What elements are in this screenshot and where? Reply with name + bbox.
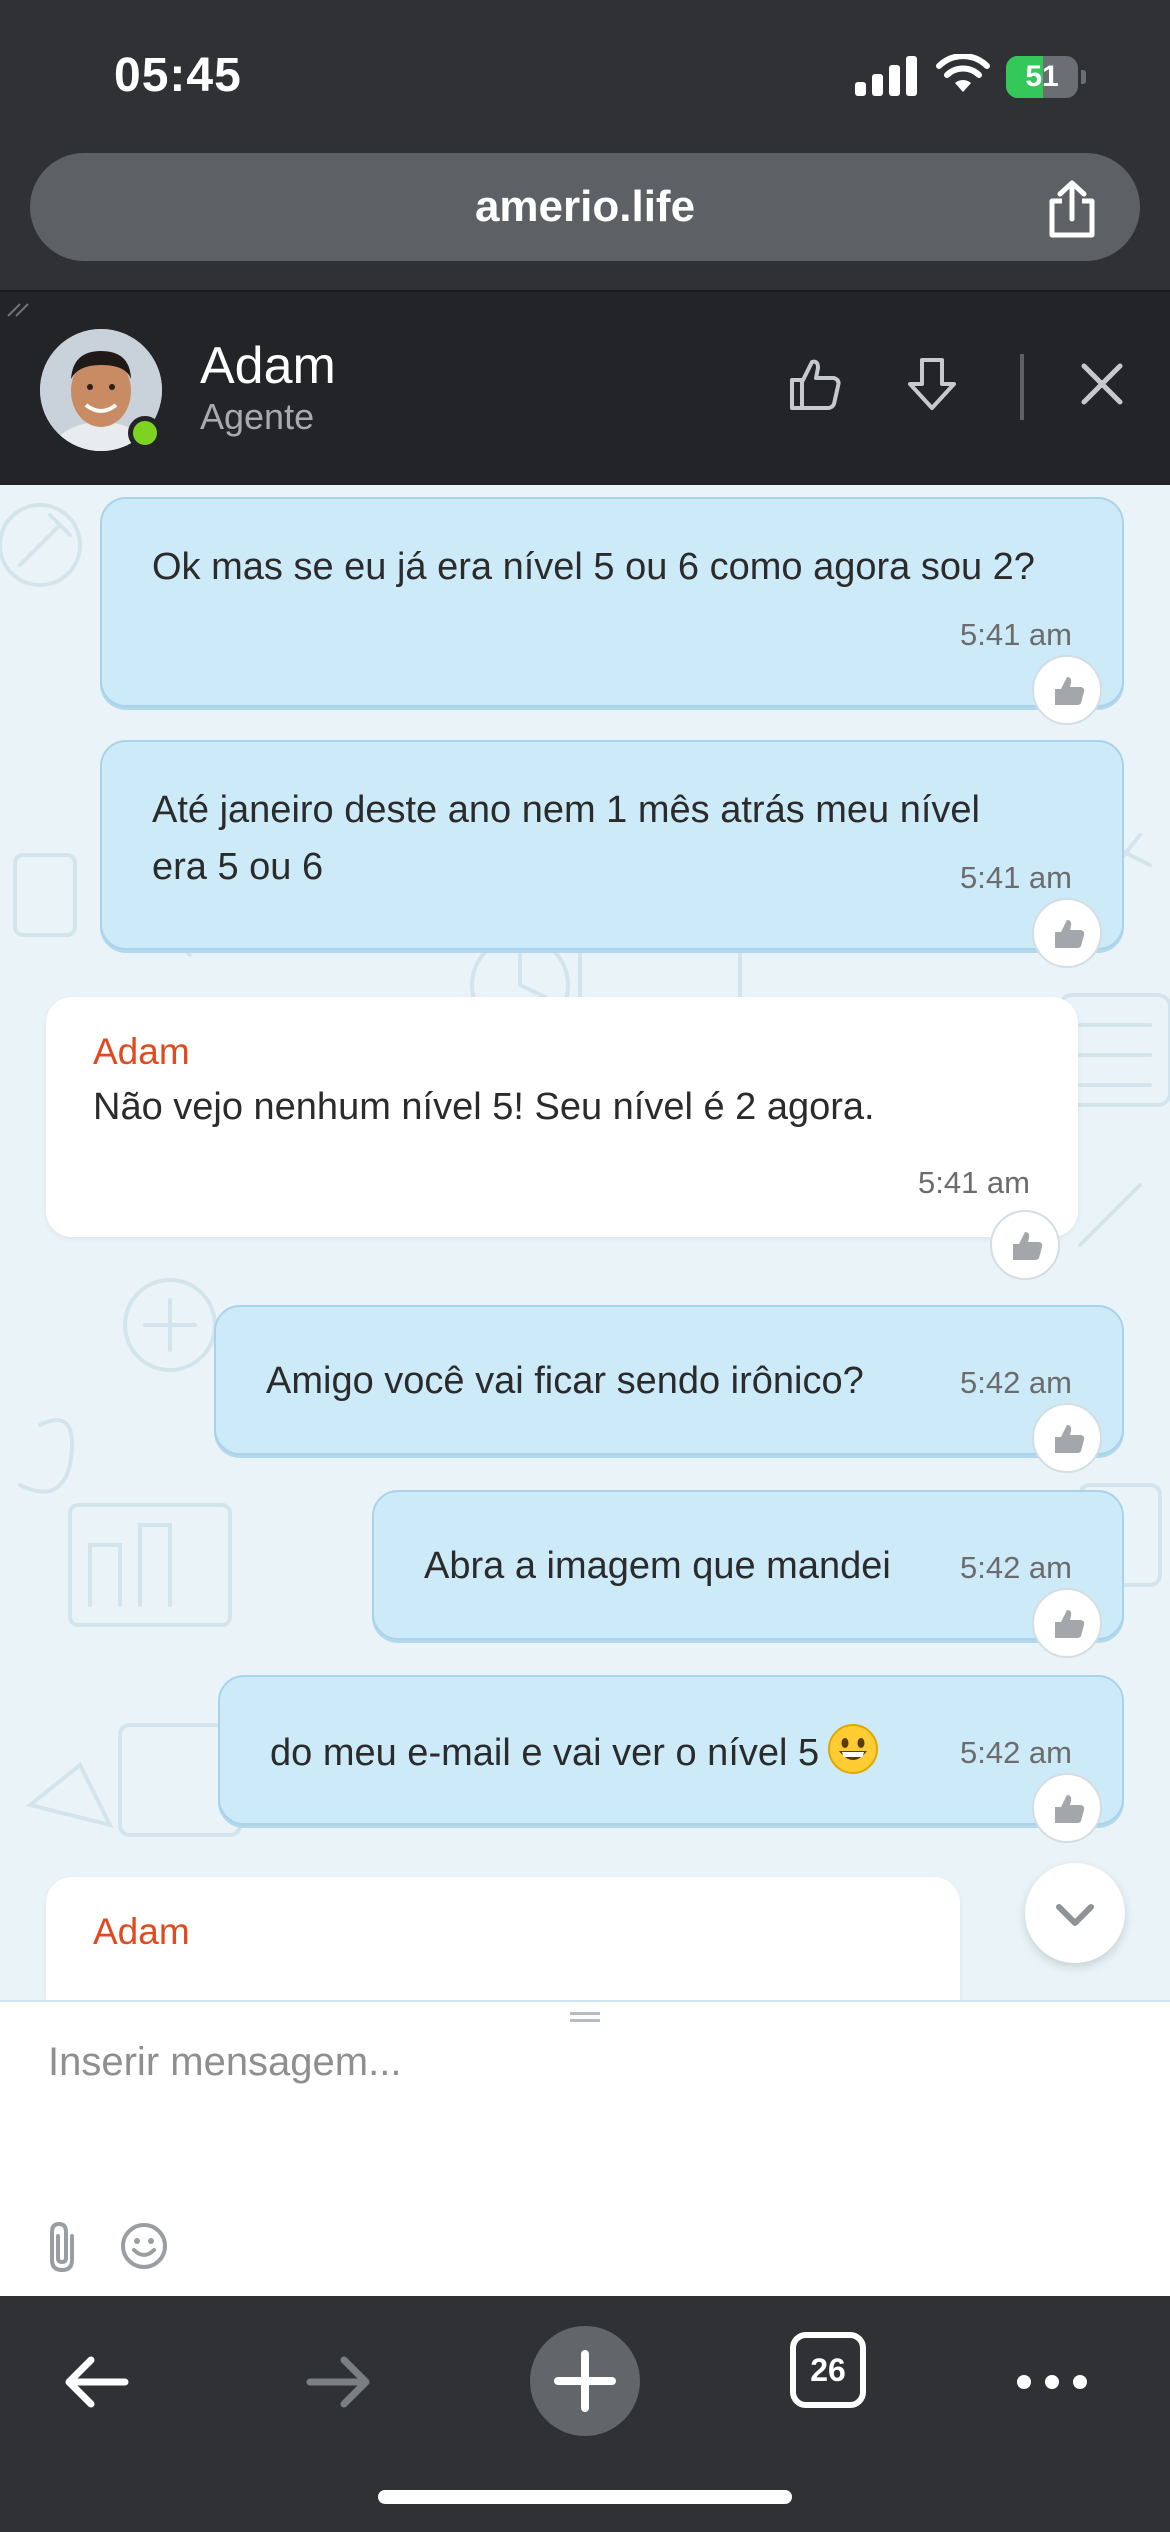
thumbs-up-icon [1013, 1232, 1043, 1260]
like-button[interactable] [1032, 1403, 1102, 1473]
like-button[interactable] [1032, 1588, 1102, 1658]
message-bubble-outgoing[interactable]: Amigo você vai ficar sendo irônico? 5:42… [214, 1305, 1124, 1455]
message-bubble-incoming[interactable]: Adam Não vejo nenhum nível 5! Seu nível … [46, 997, 1078, 1237]
like-button[interactable] [1032, 655, 1102, 725]
message-input[interactable] [48, 2032, 1118, 2092]
message-text-wrap: do meu e-mail e vai ver o nível 5 [270, 1723, 990, 1782]
like-button[interactable] [990, 1210, 1060, 1280]
online-status-dot [128, 416, 162, 450]
scroll-to-bottom-button[interactable] [1025, 1863, 1125, 1963]
message-bubble-outgoing[interactable]: Abra a imagem que mandei 5:42 am [372, 1490, 1124, 1640]
battery-percent: 51 [1025, 60, 1059, 93]
chat-header: Adam Agente [0, 292, 1170, 485]
url-text: amerio.life [474, 182, 696, 231]
cellular-signal-icon [855, 56, 917, 96]
message-bubble-outgoing[interactable]: Ok mas se eu já era nível 5 ou 6 como ag… [100, 497, 1124, 707]
resize-handle-icon[interactable] [6, 298, 32, 318]
emoji-picker-icon[interactable] [120, 2222, 168, 2270]
new-tab-button[interactable] [530, 2326, 640, 2436]
thumbs-up-icon [1055, 1795, 1085, 1823]
chevron-down-icon [1056, 1904, 1094, 1926]
header-separator [1020, 354, 1024, 420]
message-sender: Adam [93, 1911, 190, 1952]
battery-icon: 51 [1006, 56, 1086, 98]
tabs-button[interactable]: 26 [790, 2332, 866, 2408]
message-time: 5:41 am [959, 860, 1072, 895]
attachment-icon[interactable] [42, 2220, 82, 2274]
plus-icon [554, 2350, 616, 2412]
chat-messages[interactable]: Ok mas se eu já era nível 5 ou 6 como ag… [0, 485, 1170, 2000]
home-indicator[interactable] [378, 2490, 792, 2504]
share-icon[interactable] [1044, 179, 1100, 239]
message-text: Até janeiro deste ano nem 1 mês atrás me… [152, 789, 981, 888]
message-time: 5:41 am [917, 1165, 1030, 1200]
agent-name: Adam [200, 337, 336, 395]
message-composer [0, 2000, 1170, 2296]
close-icon[interactable] [1072, 354, 1132, 414]
thumbs-up-icon [1055, 920, 1085, 948]
wifi-icon [936, 54, 990, 92]
message-sender: Adam [93, 1031, 190, 1072]
message-text: do meu e-mail e vai ver o nível 5 [270, 1732, 820, 1774]
thumbs-up-icon [1055, 1425, 1085, 1453]
message-bubble-incoming[interactable]: Adam [46, 1877, 960, 2000]
message-text: Não vejo nenhum nível 5! Seu nível é 2 a… [93, 1086, 875, 1128]
like-button[interactable] [1032, 898, 1102, 968]
thumbs-up-icon [1055, 677, 1085, 705]
message-text: Ok mas se eu já era nível 5 ou 6 como ag… [152, 546, 1035, 588]
grinning-face-emoji [828, 1724, 879, 1774]
download-icon[interactable] [902, 354, 962, 414]
message-text: Amigo você vai ficar sendo irônico? [266, 1360, 864, 1402]
message-time: 5:41 am [959, 617, 1072, 652]
agent-role: Agente [200, 396, 315, 437]
back-arrow-icon[interactable] [55, 2342, 135, 2422]
forward-arrow-icon[interactable] [300, 2342, 380, 2422]
message-text: Abra a imagem que mandei [424, 1545, 891, 1587]
tab-count: 26 [810, 2352, 846, 2388]
like-button[interactable] [1032, 1773, 1102, 1843]
address-bar[interactable]: amerio.life [30, 153, 1140, 261]
status-bar: 05:45 51 [0, 0, 1170, 150]
message-time: 5:42 am [959, 1550, 1072, 1585]
thumbs-up-icon [1055, 1610, 1085, 1638]
status-time: 05:45 [114, 49, 242, 102]
message-bubble-outgoing[interactable]: do meu e-mail e vai ver o nível 5 5:42 a… [218, 1675, 1124, 1825]
message-bubble-outgoing[interactable]: Até janeiro deste ano nem 1 mês atrás me… [100, 740, 1124, 950]
more-options-icon[interactable] [1012, 2342, 1092, 2422]
message-time: 5:42 am [959, 1365, 1072, 1400]
mobile-screen: 05:45 51 amerio.life Adam Agente Ok mas … [0, 0, 1170, 2532]
message-time: 5:42 am [959, 1735, 1072, 1770]
thumbs-up-icon[interactable] [784, 354, 844, 414]
composer-resize-grip[interactable] [570, 2012, 600, 2024]
